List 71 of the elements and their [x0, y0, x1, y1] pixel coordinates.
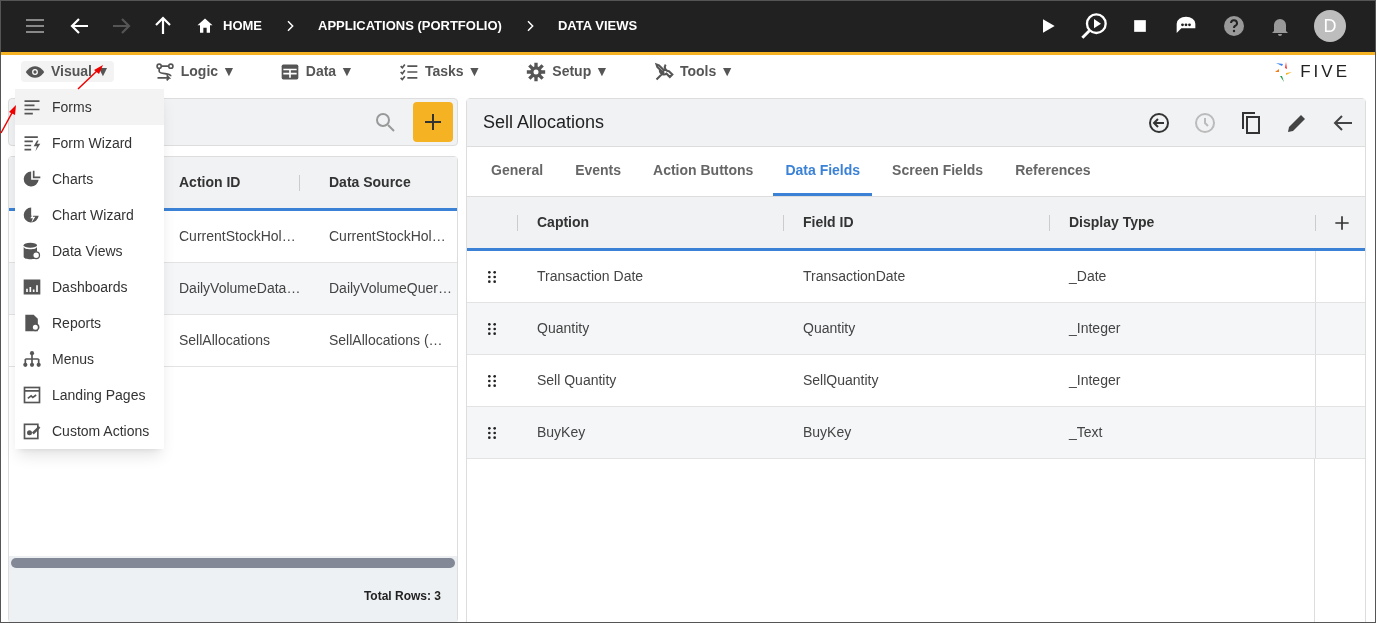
dropdown-item[interactable]: Chart Wizard — [15, 197, 164, 233]
help-icon[interactable] — [1222, 14, 1246, 38]
add-button[interactable] — [413, 102, 453, 142]
dropdown-item[interactable]: Dashboards — [15, 269, 164, 305]
table-cell-text: BuyKey — [802, 423, 853, 442]
table-cell-text: BuyKey — [536, 423, 587, 442]
menu-button[interactable]: Tools ▼ — [653, 61, 734, 82]
flow-icon[interactable] — [154, 61, 175, 82]
column-header: Field ID — [803, 213, 854, 232]
table-cell-text: SellAllocations — [178, 331, 272, 350]
panel-title: Sell Allocations — [483, 111, 605, 134]
menu-button[interactable]: Tasks ▼ — [398, 61, 482, 82]
menu-button[interactable]: Logic ▼ — [154, 61, 236, 82]
tab[interactable]: Events — [563, 148, 634, 196]
lines-icon — [22, 97, 42, 117]
menu-button[interactable]: Data ▼ — [279, 61, 354, 82]
annotation-arrow — [0, 104, 18, 134]
breadcrumb-link[interactable]: DATA VIEWS — [557, 16, 638, 36]
table-cell-text: _Text — [1067, 423, 1104, 442]
dropdown-item[interactable]: Forms — [15, 89, 164, 125]
table-cell-text: DailyVolumeData… — [178, 279, 302, 298]
search-icon[interactable] — [373, 110, 397, 134]
table-cell-text: TransactionDate — [802, 267, 907, 286]
pie-chart-icon — [22, 169, 42, 189]
checklist-icon[interactable] — [398, 61, 419, 82]
table-cell-text: Quantity — [802, 319, 857, 338]
table-cell-text: SellQuantity — [802, 371, 880, 390]
window-chart-icon — [22, 385, 42, 405]
total-rows: Total Rows: 3 — [363, 587, 441, 605]
table-cell-text: _Integer — [1067, 319, 1122, 338]
dropdown-item[interactable]: Custom Actions — [15, 413, 164, 449]
settings-icon[interactable] — [526, 61, 547, 82]
gear-edit-icon — [22, 421, 42, 441]
bar-chart-icon — [22, 277, 42, 297]
dropdown-item[interactable]: Reports — [15, 305, 164, 341]
database-icon — [22, 241, 42, 261]
dropdown-item[interactable]: Data Views — [15, 233, 164, 269]
logo-text: FIVE — [1300, 60, 1350, 83]
table-cell-text: Transaction Date — [536, 267, 645, 286]
breadcrumb-link[interactable]: APPLICATIONS (PORTFOLIO) — [318, 16, 502, 36]
column-header: Display Type — [1069, 213, 1155, 232]
scrollbar-thumb[interactable] — [11, 558, 455, 568]
tools-icon[interactable] — [653, 61, 674, 82]
dropdown-item[interactable]: Menus — [15, 341, 164, 377]
search-play-icon[interactable] — [1080, 12, 1108, 40]
dropdown-item[interactable]: Charts — [15, 161, 164, 197]
table-cell-text: Sell Quantity — [536, 371, 618, 390]
tab[interactable]: Screen Fields — [880, 148, 996, 196]
table-cell-text: Quantity — [536, 319, 591, 338]
tab[interactable]: Action Buttons — [641, 148, 766, 196]
breadcrumb-link[interactable]: HOME — [195, 16, 262, 36]
dropdown-item[interactable]: Form Wizard — [15, 125, 164, 161]
table-cell-text: _Integer — [1067, 371, 1122, 390]
table-cell-text: CurrentStockHol… — [328, 227, 447, 246]
table-cell-text: CurrentStockHol… — [178, 227, 297, 246]
home-icon[interactable] — [195, 16, 215, 36]
dropdown-item[interactable]: Landing Pages — [15, 377, 164, 413]
circle-back-icon[interactable] — [1147, 110, 1171, 135]
lines-bolt-icon — [22, 133, 42, 153]
column-header: Data Source — [328, 173, 411, 192]
table-cell-text: DailyVolumeQuer… — [328, 279, 453, 298]
copy-icon[interactable] — [1239, 110, 1263, 135]
column-header: Caption — [537, 213, 590, 232]
tab[interactable]: References — [1003, 148, 1103, 196]
column-header: Action ID — [178, 173, 241, 192]
table-cell-text: SellAllocations (… — [328, 331, 444, 350]
report-icon — [22, 313, 42, 333]
tab[interactable]: General — [479, 148, 556, 196]
menu-button[interactable]: Setup ▼ — [526, 61, 609, 82]
hierarchy-icon — [22, 349, 42, 369]
table-cell-text: _Date — [1067, 267, 1108, 286]
